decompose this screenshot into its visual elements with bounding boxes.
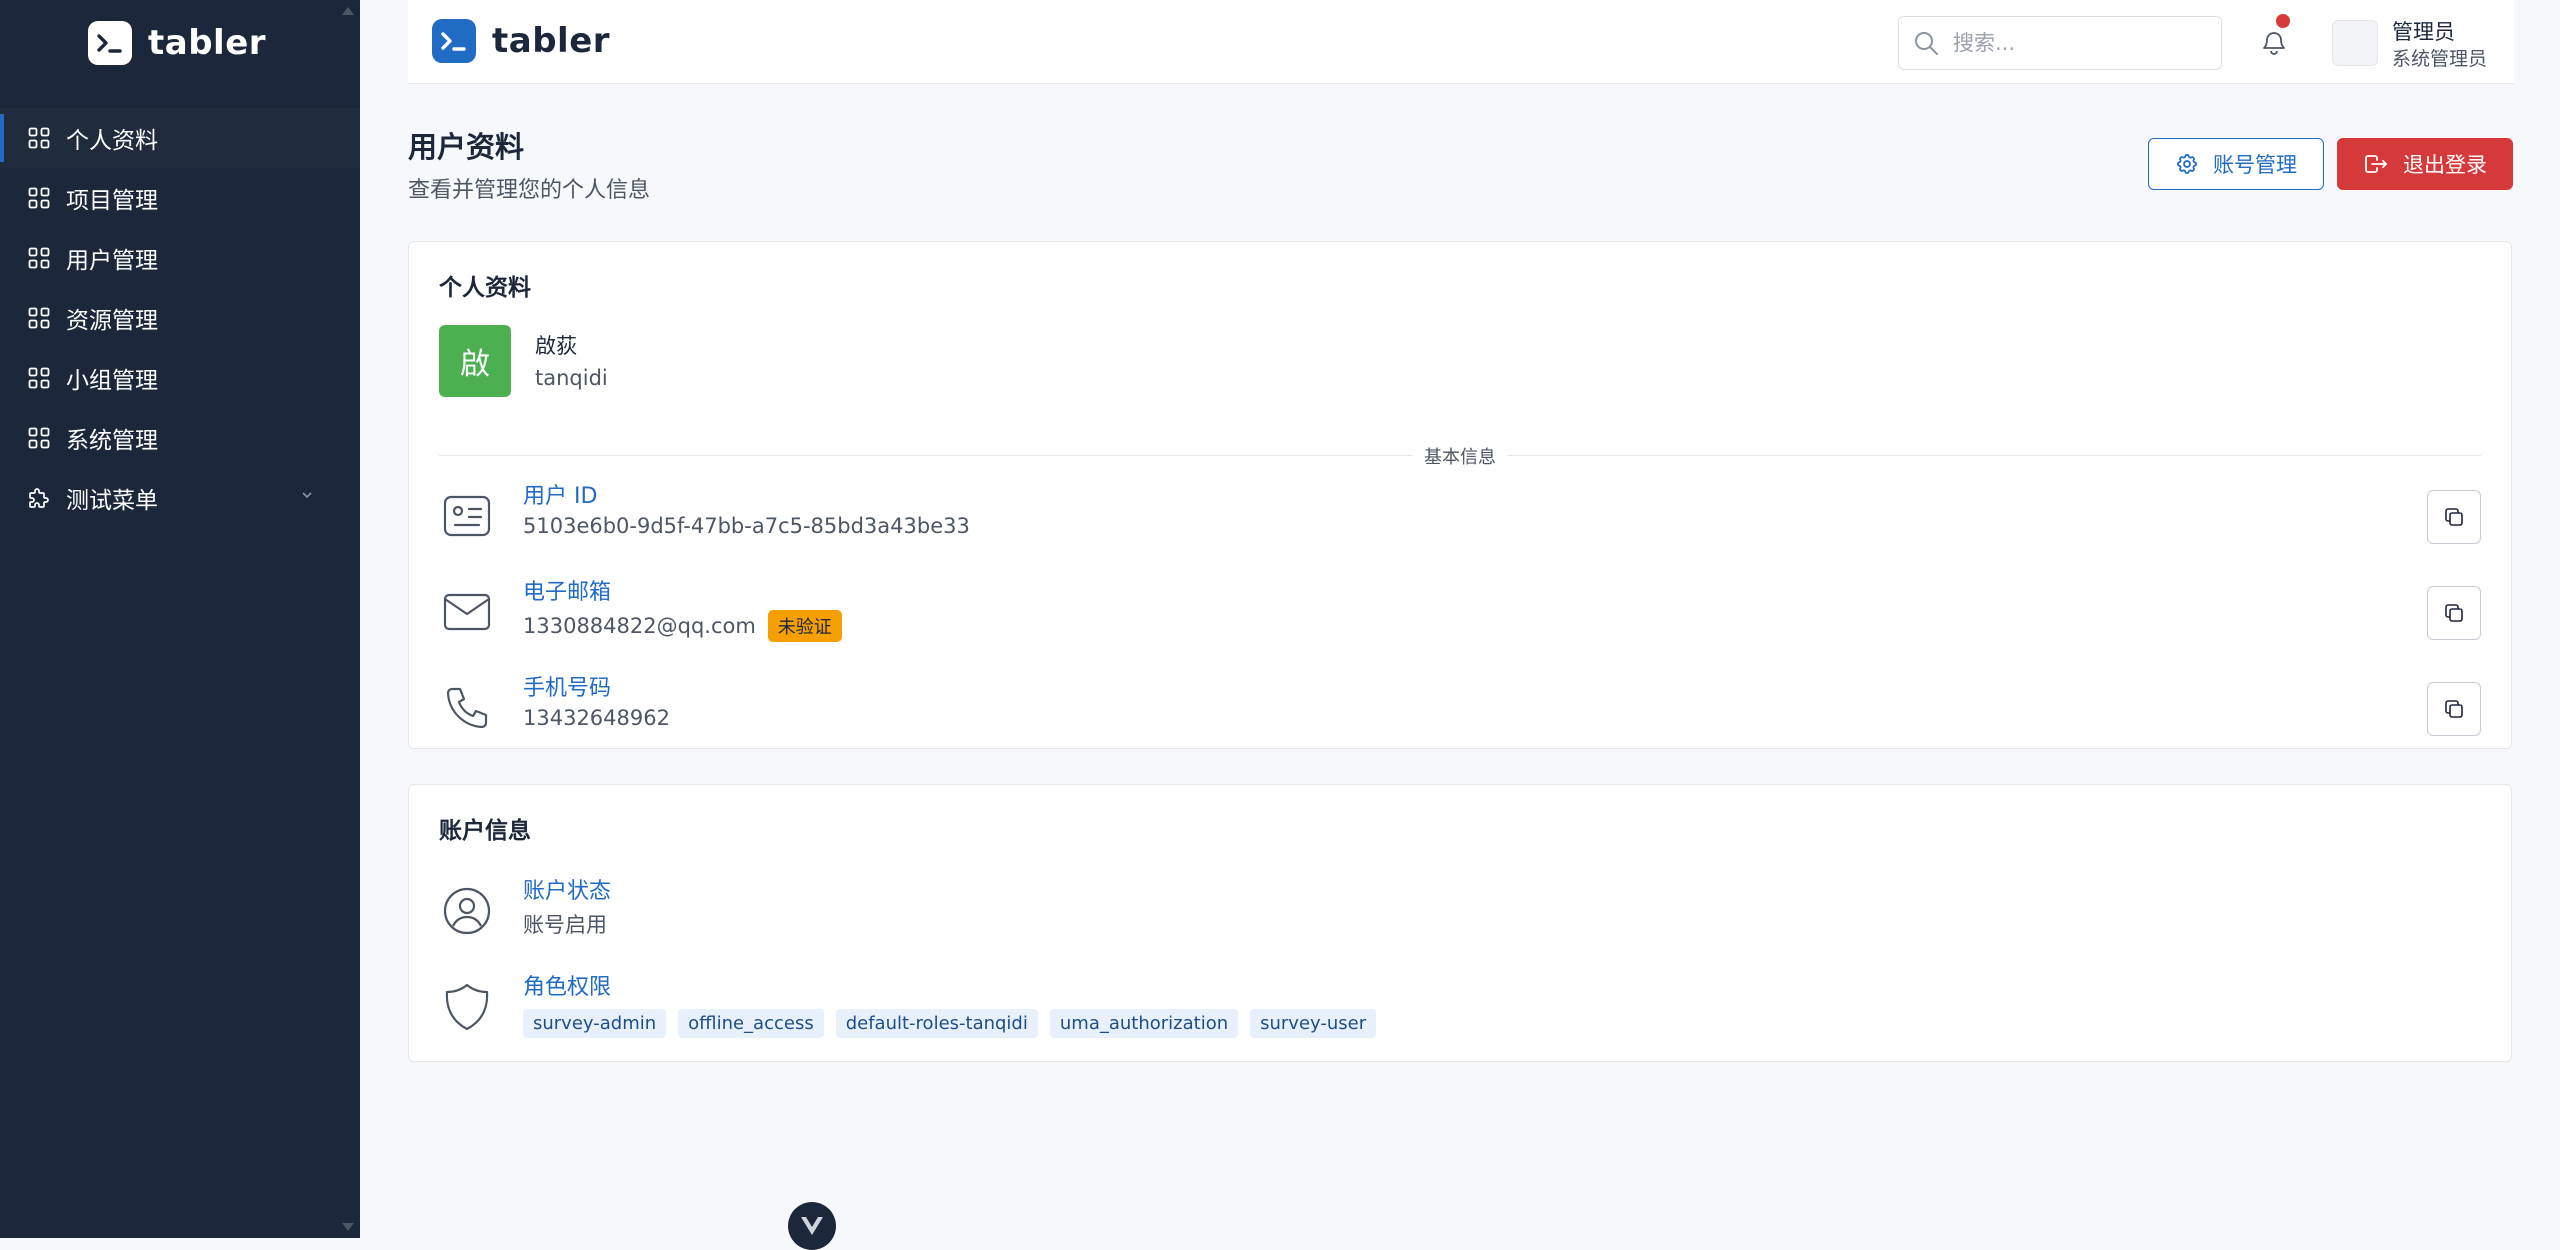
shield-icon [439, 979, 495, 1035]
sidebar-item-groups[interactable]: 小组管理 [0, 348, 360, 408]
account-status-row: 账户状态 账号启用 [439, 873, 2481, 953]
sidebar-brand[interactable]: tabler [88, 20, 266, 66]
search-input[interactable] [1953, 31, 2193, 55]
scroll-down-arrow-icon[interactable] [340, 1220, 356, 1234]
account-status-text: 账号启用 [523, 913, 607, 937]
sidebar-item-resources[interactable]: 资源管理 [0, 288, 360, 348]
sidebar-item-label: 资源管理 [66, 308, 158, 334]
tabler-logo-icon [88, 21, 132, 65]
chevron-down-icon [300, 490, 314, 500]
logout-button[interactable]: 退出登录 [2337, 138, 2513, 190]
copy-icon [2443, 698, 2465, 720]
user-circle-icon [439, 883, 495, 939]
header-brand[interactable]: tabler [432, 18, 610, 64]
copy-phone-button[interactable] [2427, 682, 2481, 736]
mail-icon [439, 584, 495, 640]
divider-label: 基本信息 [1412, 443, 1508, 469]
id-card-icon [439, 488, 495, 544]
copy-user-id-button[interactable] [2427, 490, 2481, 544]
copy-icon [2443, 506, 2465, 528]
sidebar-item-label: 个人资料 [66, 128, 158, 154]
user-id-row: 用户 ID 5103e6b0-9d5f-47bb-a7c5-85bd3a43be… [439, 478, 2481, 558]
notifications-button[interactable] [2254, 14, 2294, 64]
header-brand-text: tabler [492, 21, 611, 61]
sidebar-item-system[interactable]: 系统管理 [0, 408, 360, 468]
sidebar-item-profile[interactable]: 个人资料 [0, 108, 360, 168]
user-role: 系统管理员 [2392, 48, 2488, 70]
grid-icon [26, 245, 52, 271]
account-status-label: 账户状态 [523, 879, 612, 904]
copy-email-button[interactable] [2427, 586, 2481, 640]
account-management-label: 账号管理 [2213, 153, 2297, 177]
vue-devtools-button[interactable] [788, 1202, 836, 1250]
profile-card-title: 个人资料 [439, 275, 531, 301]
profile-avatar: 啟 [439, 325, 511, 397]
sidebar-item-label: 小组管理 [66, 368, 158, 394]
sidebar-item-label: 用户管理 [66, 248, 158, 274]
grid-icon [26, 425, 52, 451]
email-value: 1330884822@qq.com 未验证 [523, 610, 842, 642]
role-tag: survey-admin [523, 1009, 667, 1038]
sidebar-item-label: 项目管理 [66, 188, 158, 214]
sidebar-item-projects[interactable]: 项目管理 [0, 168, 360, 228]
role-tag: survey-user [1250, 1009, 1377, 1038]
user-name[interactable]: 管理员 [2392, 16, 2455, 46]
search-box[interactable] [1898, 16, 2222, 70]
sidebar: tabler 个人资料 项目管理 用户管理 资源管理 小组管理 系统管理 测试菜… [0, 0, 360, 1238]
tabler-logo-icon [432, 19, 476, 63]
profile-display-name: 啟荻 [535, 334, 577, 358]
role-tag: uma_authorization [1049, 1009, 1239, 1038]
email-label: 电子邮箱 [523, 580, 612, 605]
notification-badge [2276, 14, 2290, 28]
logout-label: 退出登录 [2403, 153, 2487, 177]
top-header: tabler 管理员 系统管理员 [408, 0, 2514, 84]
grid-icon [26, 365, 52, 391]
grid-icon [26, 305, 52, 331]
email-row: 电子邮箱 1330884822@qq.com 未验证 [439, 574, 2481, 654]
logout-icon [2363, 152, 2389, 176]
email-text: 1330884822@qq.com [523, 614, 756, 638]
search-icon [1913, 30, 1939, 56]
account-card-title: 账户信息 [439, 818, 531, 844]
phone-icon [439, 680, 495, 736]
account-status-value: 账号启用 [523, 909, 607, 939]
phone-row: 手机号码 13432648962 [439, 670, 2481, 750]
phone-value: 13432648962 [523, 706, 670, 730]
roles-row: 角色权限 survey-admin offline_access default… [439, 969, 2481, 1049]
basic-info-divider: 基本信息 [439, 443, 2481, 469]
scroll-up-arrow-icon[interactable] [340, 4, 356, 18]
unverified-badge: 未验证 [767, 610, 842, 642]
roles-label: 角色权限 [523, 975, 612, 1000]
sidebar-brand-text: tabler [148, 23, 267, 63]
copy-icon [2443, 602, 2465, 624]
role-tag: default-roles-tanqidi [835, 1009, 1038, 1038]
profile-username: tanqidi [535, 366, 608, 390]
grid-icon [26, 185, 52, 211]
page-subtitle: 查看并管理您的个人信息 [408, 178, 651, 203]
page-title: 用户资料 [408, 130, 525, 164]
bell-icon [2261, 30, 2287, 58]
gear-icon [2175, 152, 2199, 176]
sidebar-item-test-menu[interactable]: 测试菜单 [0, 468, 360, 528]
account-management-button[interactable]: 账号管理 [2148, 138, 2324, 190]
sidebar-item-label: 测试菜单 [66, 488, 158, 514]
user-id-text: 5103e6b0-9d5f-47bb-a7c5-85bd3a43be33 [523, 514, 970, 538]
user-id-value: 5103e6b0-9d5f-47bb-a7c5-85bd3a43be33 [523, 514, 970, 538]
sidebar-item-users[interactable]: 用户管理 [0, 228, 360, 288]
profile-card: 个人资料 啟 啟荻 tanqidi 基本信息 用户 ID 5103e6b0-9d… [408, 241, 2512, 749]
phone-label: 手机号码 [523, 676, 612, 701]
user-id-label: 用户 ID [523, 484, 598, 509]
puzzle-icon [26, 485, 52, 511]
sidebar-item-label: 系统管理 [66, 428, 158, 454]
grid-icon [26, 125, 52, 151]
role-tag: offline_access [678, 1009, 824, 1038]
vue-logo-icon [799, 1215, 825, 1237]
sidebar-menu: 个人资料 项目管理 用户管理 资源管理 小组管理 系统管理 测试菜单 [0, 108, 360, 528]
phone-text: 13432648962 [523, 706, 670, 730]
role-tags: survey-admin offline_access default-role… [523, 1009, 1377, 1038]
account-card: 账户信息 账户状态 账号启用 角色权限 survey-admin offline… [408, 784, 2512, 1062]
user-avatar[interactable] [2332, 20, 2378, 66]
